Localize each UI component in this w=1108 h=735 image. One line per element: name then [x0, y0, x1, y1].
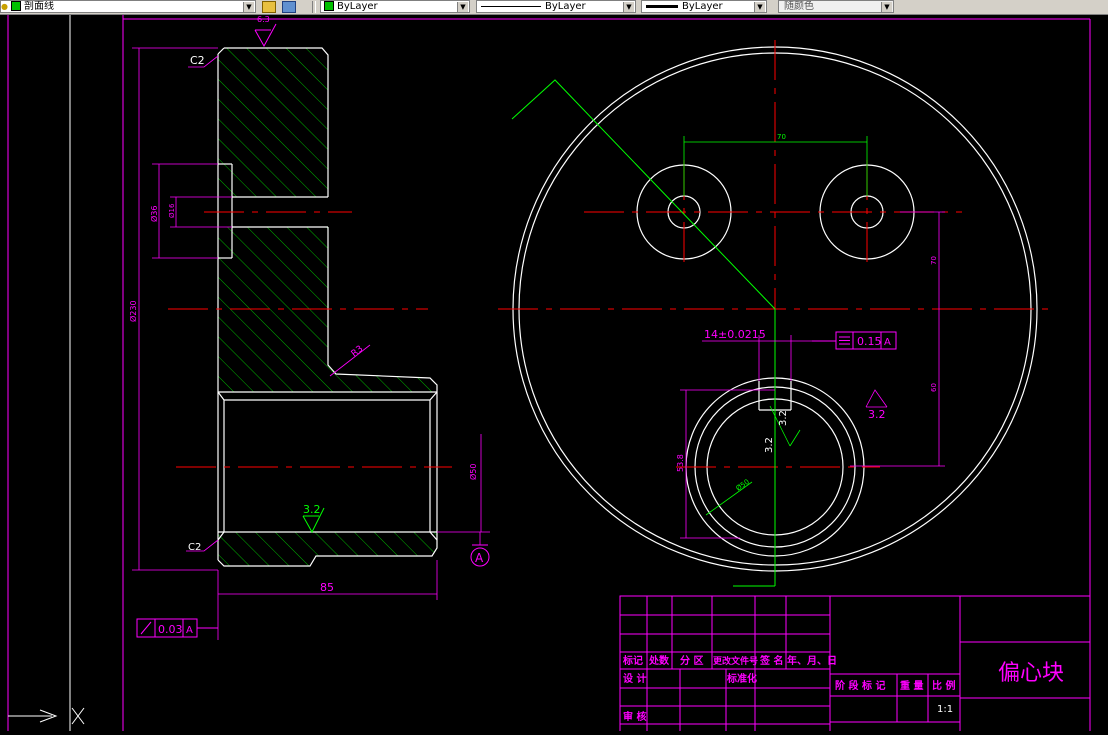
linetype-preview: [481, 5, 541, 7]
color-swatch: [324, 1, 334, 11]
symmetry-value: 0.15: [857, 335, 882, 348]
roughness-key-left-value: 3.2: [764, 437, 775, 453]
linetype-dropdown[interactable]: ByLayer ▼: [476, 0, 636, 13]
shaft-bore-dim: Ø50: [468, 464, 478, 480]
plotstyle-dropdown[interactable]: 随颜色 ▼: [778, 0, 894, 13]
roughness-symbol-top: [254, 23, 277, 48]
roughness-top-value: 6.3: [257, 15, 270, 24]
front-dimensions-magenta: [680, 211, 945, 539]
color-value: ByLayer: [337, 1, 378, 12]
row-design: 设 计: [623, 672, 646, 685]
stage-mark: 阶 段 标 记: [835, 679, 885, 692]
runout-datum: A: [186, 625, 193, 636]
layer-name: 剖面线: [23, 1, 54, 12]
chevron-down-icon[interactable]: ▼: [243, 2, 254, 12]
layer-previous-icon[interactable]: [282, 1, 296, 13]
chevron-down-icon[interactable]: ▼: [754, 2, 765, 12]
roughness-inner-value: 3.2: [303, 503, 321, 516]
ucs-axis-icon: [8, 707, 85, 725]
datum-label: A: [475, 551, 484, 565]
chevron-down-icon[interactable]: ▼: [457, 2, 468, 12]
chevron-down-icon[interactable]: ▼: [623, 2, 634, 12]
layer-color-swatch: [10, 1, 21, 11]
col-mark: 标记: [622, 654, 643, 667]
roughness-key-right-value: 3.2: [778, 410, 789, 426]
chevron-down-icon[interactable]: ▼: [881, 2, 892, 12]
properties-toolbar: ● 剖面线 ▼ ByLayer ▼ ByLayer ▼ ByLayer ▼ 随颜色…: [0, 0, 1108, 15]
bore-right-dim: Ø50: [735, 478, 751, 493]
row-review: 审 核: [623, 710, 646, 723]
toolbar-separator: [312, 1, 316, 13]
col-date: 年、月、日: [787, 654, 837, 667]
chamfer-top-label: C2: [190, 54, 205, 67]
vertical-upper-dim: 70: [930, 256, 938, 265]
overall-dia-dim: Ø230: [128, 300, 138, 322]
col-sign: 签 名: [759, 654, 783, 667]
scale-value: 1:1: [937, 704, 953, 715]
bore-dim: Ø36: [149, 206, 159, 222]
keyway-depth-dim: 53.8: [676, 454, 685, 472]
vertical-lower-dim: 60: [930, 383, 938, 392]
row-standard: 标准化: [726, 672, 757, 685]
hole-spacing-dim: 70: [777, 133, 786, 141]
layer-state-icons: ●: [1, 2, 8, 11]
weight-label: 重 量: [900, 679, 923, 692]
chamfer-bottom-label: C2: [188, 542, 201, 553]
col-doc: 更改文件号: [713, 655, 758, 667]
radius-dim: R3: [350, 344, 366, 359]
roughness-keyway-value: 3.2: [868, 408, 886, 421]
lineweight-dropdown[interactable]: ByLayer ▼: [641, 0, 767, 13]
layer-states-icon[interactable]: [262, 1, 276, 13]
lineweight-preview: [646, 4, 678, 8]
length-dim: 85: [320, 581, 334, 594]
section-view: [168, 47, 452, 567]
cad-drawing[interactable]: C2 C2 Ø230 Ø36 Ø16 R3 Ø50 85 6.3 3.2 A 0…: [0, 15, 1108, 735]
hole-dim: Ø16: [168, 203, 176, 218]
runout-value: 0.03: [158, 623, 183, 636]
symmetry-datum: A: [884, 337, 891, 348]
drawing-canvas[interactable]: C2 C2 Ø230 Ø36 Ø16 R3 Ø50 85 6.3 3.2 A 0…: [0, 15, 1108, 735]
color-dropdown[interactable]: ByLayer ▼: [320, 0, 470, 13]
part-name: 偏心块: [998, 661, 1064, 686]
col-count: 处数: [648, 654, 670, 667]
col-zone: 分 区: [680, 654, 703, 667]
layer-dropdown[interactable]: ● 剖面线 ▼: [0, 0, 256, 13]
hub-bottom-hatch: [218, 532, 437, 566]
keyway-width-dim: 14±0.0215: [704, 328, 766, 341]
scale-label: 比 例: [932, 679, 955, 692]
front-view: [498, 40, 1052, 587]
linetype-value: ByLayer: [545, 1, 586, 12]
plotstyle-value: 随颜色: [784, 1, 814, 12]
lineweight-value: ByLayer: [682, 1, 723, 12]
